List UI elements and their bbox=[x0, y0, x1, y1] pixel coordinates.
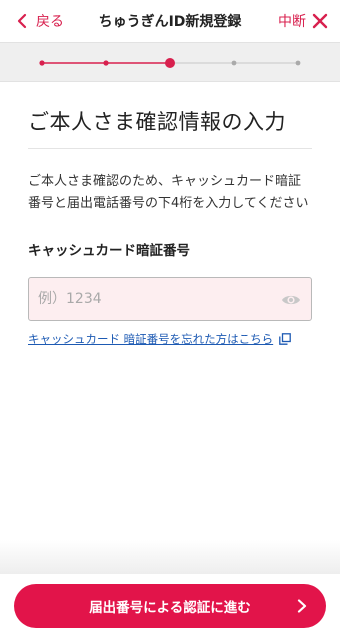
pin-field-label: キャッシュカード暗証番号 bbox=[28, 243, 190, 259]
stepper-dot-4 bbox=[231, 60, 237, 66]
footer-bar: 届出番号による認証に進む bbox=[0, 574, 340, 640]
progress-stepper bbox=[0, 42, 340, 82]
pin-input[interactable] bbox=[29, 278, 311, 320]
chevron-right-icon bbox=[297, 599, 307, 613]
close-icon bbox=[312, 13, 328, 29]
eye-icon[interactable] bbox=[281, 290, 301, 310]
instruction-text: ご本人さま確認のため、キャッシュカード暗証番号と届出電話番号の下4桁を入力してく… bbox=[28, 174, 309, 211]
back-button[interactable]: 戻る bbox=[0, 11, 64, 31]
back-label: 戻る bbox=[36, 14, 64, 30]
footer-shadow bbox=[0, 540, 340, 574]
stepper-graphic bbox=[39, 58, 301, 68]
quit-label: 中断 bbox=[278, 14, 306, 30]
stepper-dot-5 bbox=[295, 60, 301, 66]
stepper-dot-3 bbox=[165, 58, 175, 68]
chevron-left-icon bbox=[17, 13, 27, 29]
app-header: 戻る ちゅうぎんID新規登録 中断 bbox=[0, 0, 340, 42]
main-content: ご本人さま確認情報の入力 ご本人さま確認のため、キャッシュカード暗証番号と届出電… bbox=[0, 82, 340, 347]
quit-button[interactable]: 中断 bbox=[278, 11, 340, 31]
section-heading: ご本人さま確認情報の入力 bbox=[28, 106, 312, 149]
proceed-label: 届出番号による認証に進む bbox=[89, 600, 251, 616]
proceed-button[interactable]: 届出番号による認証に進む bbox=[14, 584, 326, 628]
external-link-icon bbox=[279, 333, 292, 345]
pin-input-container bbox=[28, 277, 312, 321]
forgot-pin-row: キャッシュカード 暗証番号を忘れた方はこちら bbox=[28, 331, 312, 347]
stepper-dot-1 bbox=[39, 60, 45, 66]
stepper-dot-2 bbox=[103, 60, 109, 66]
forgot-pin-link[interactable]: キャッシュカード 暗証番号を忘れた方はこちら bbox=[28, 331, 273, 347]
